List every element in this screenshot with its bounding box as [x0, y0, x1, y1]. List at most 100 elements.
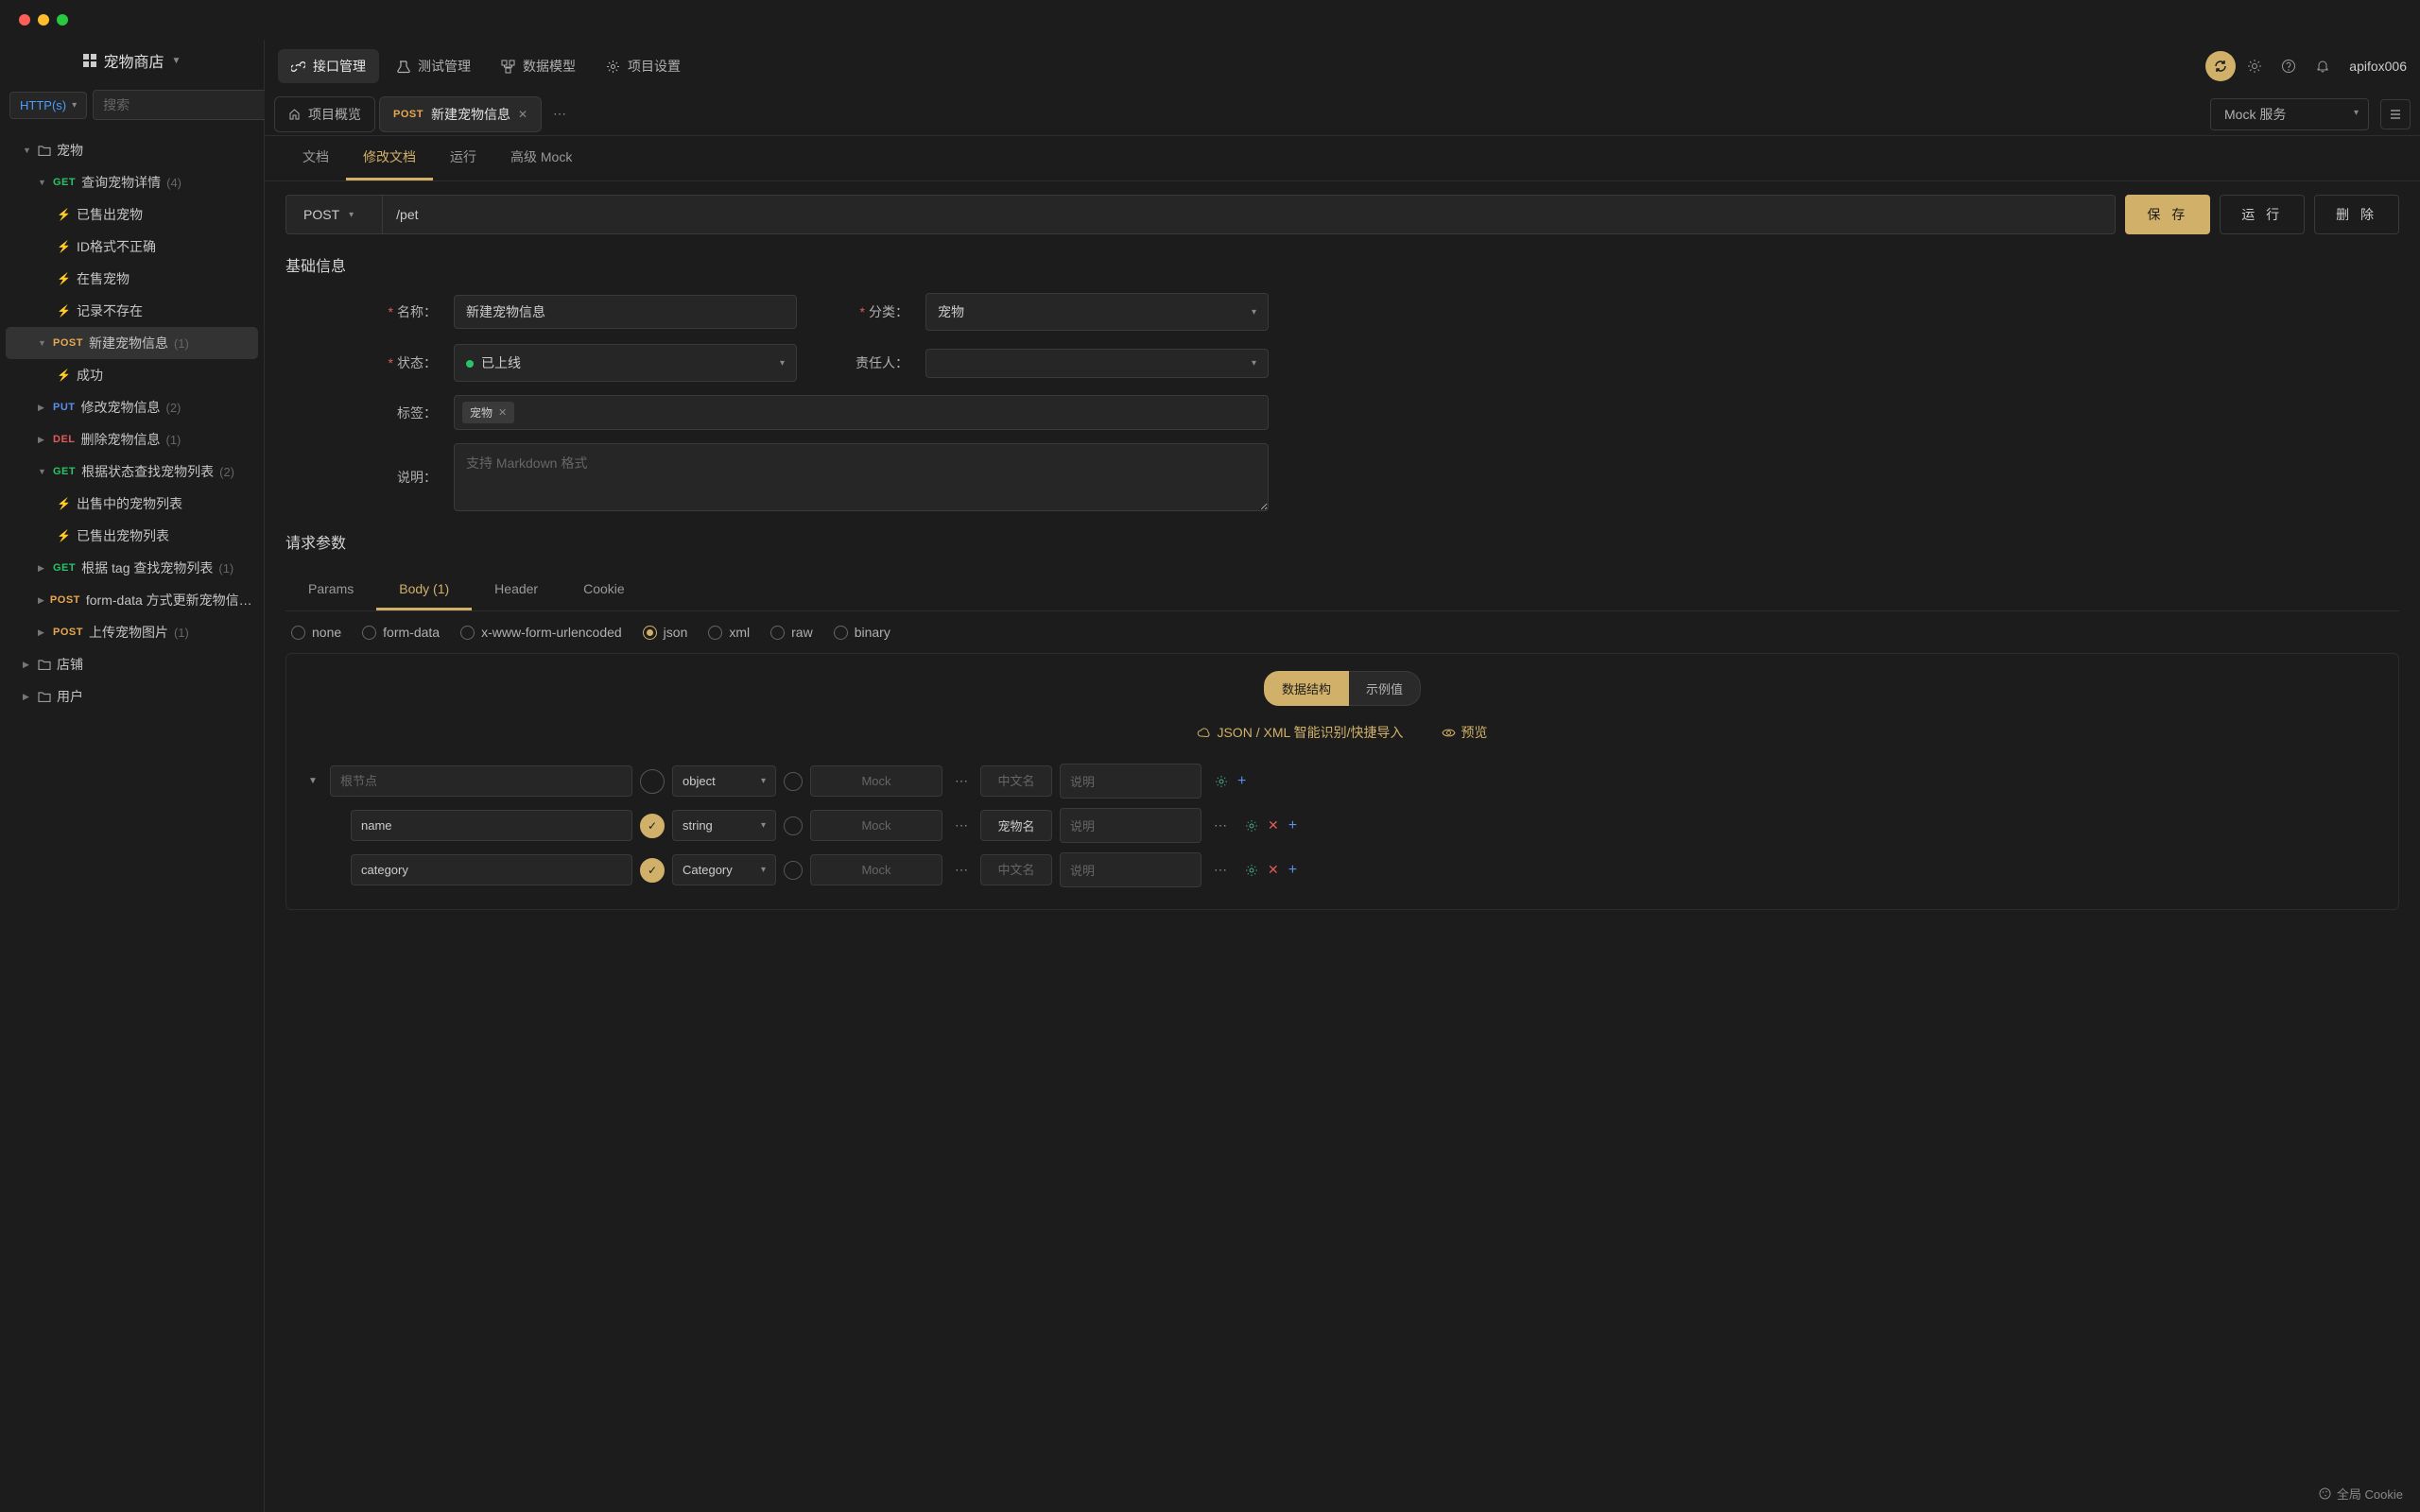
- gear-icon[interactable]: [1245, 819, 1258, 833]
- schema-cn-input[interactable]: [980, 810, 1052, 841]
- window-minimize-button[interactable]: [38, 14, 49, 26]
- schema-type-select[interactable]: Category▾: [672, 854, 776, 885]
- tree-folder-shop[interactable]: ▶ 店铺: [6, 648, 258, 680]
- close-icon[interactable]: ✕: [518, 108, 527, 121]
- delete-icon[interactable]: ✕: [1268, 862, 1279, 878]
- tag-remove-icon[interactable]: ✕: [498, 406, 507, 419]
- switch-example[interactable]: 示例值: [1349, 671, 1421, 706]
- subtab-run[interactable]: 运行: [433, 136, 493, 180]
- schema-required-toggle[interactable]: ✓: [640, 858, 665, 883]
- subtab-edit[interactable]: 修改文档: [346, 136, 433, 180]
- add-icon[interactable]: +: [1237, 773, 1246, 790]
- paramtab-cookie[interactable]: Cookie: [561, 570, 648, 610]
- search-input[interactable]: [93, 90, 285, 120]
- schema-name-input[interactable]: [351, 810, 632, 841]
- radio-xml[interactable]: xml: [708, 625, 750, 640]
- name-input[interactable]: [454, 295, 797, 329]
- schema-type-select[interactable]: object▾: [672, 765, 776, 797]
- method-selector[interactable]: POST ▾: [285, 195, 382, 234]
- add-icon[interactable]: +: [1288, 817, 1297, 834]
- radio-urlencoded[interactable]: x-www-form-urlencoded: [460, 625, 622, 640]
- chevron-down-icon[interactable]: ▼: [303, 776, 322, 786]
- delete-button[interactable]: 删 除: [2314, 195, 2399, 234]
- subtab-doc[interactable]: 文档: [285, 136, 346, 180]
- topnav-settings[interactable]: 项目设置: [593, 49, 694, 83]
- more-icon[interactable]: ⋯: [545, 102, 574, 126]
- window-close-button[interactable]: [19, 14, 30, 26]
- window-maximize-button[interactable]: [57, 14, 68, 26]
- preview-tool[interactable]: 预览: [1442, 723, 1488, 742]
- schema-nullable-toggle[interactable]: [784, 772, 803, 791]
- project-selector[interactable]: 宠物商店 ▼: [0, 40, 264, 81]
- radio-binary[interactable]: binary: [834, 625, 890, 640]
- radio-formdata[interactable]: form-data: [362, 625, 440, 640]
- schema-type-select[interactable]: string▾: [672, 810, 776, 841]
- tree-case[interactable]: ⚡成功: [6, 359, 258, 391]
- schema-mock-input[interactable]: Mock: [810, 810, 942, 841]
- delete-icon[interactable]: ✕: [1268, 817, 1279, 833]
- tree-case[interactable]: ⚡在售宠物: [6, 263, 258, 295]
- schema-required-toggle[interactable]: [640, 769, 665, 794]
- tree-case[interactable]: ⚡已售出宠物: [6, 198, 258, 231]
- schema-mock-input[interactable]: Mock: [810, 765, 942, 797]
- schema-desc-input[interactable]: 说明: [1060, 764, 1201, 799]
- schema-name-input[interactable]: [351, 854, 632, 885]
- tree-case[interactable]: ⚡已售出宠物列表: [6, 520, 258, 552]
- description-textarea[interactable]: [454, 443, 1269, 511]
- tree-api-upload[interactable]: ▶ POST 上传宠物图片 (1): [6, 616, 258, 648]
- radio-json[interactable]: json: [643, 625, 688, 640]
- tree-api-query[interactable]: ▼ GET 查询宠物详情 (4): [6, 166, 258, 198]
- tags-input[interactable]: 宠物✕: [454, 395, 1269, 430]
- category-select[interactable]: 宠物▾: [925, 293, 1269, 331]
- schema-name-input[interactable]: [330, 765, 632, 797]
- subtab-mock[interactable]: 高级 Mock: [493, 136, 589, 180]
- more-icon[interactable]: ⋯: [950, 773, 973, 789]
- tree-folder-user[interactable]: ▶ 用户: [6, 680, 258, 713]
- settings-icon[interactable]: [2239, 51, 2270, 81]
- tab-overview[interactable]: 项目概览: [274, 96, 375, 132]
- schema-required-toggle[interactable]: ✓: [640, 814, 665, 838]
- schema-cn-input[interactable]: [980, 765, 1052, 797]
- paramtab-header[interactable]: Header: [472, 570, 561, 610]
- status-select[interactable]: 已上线▾: [454, 344, 797, 382]
- schema-nullable-toggle[interactable]: [784, 816, 803, 835]
- environment-selector[interactable]: Mock 服务 ▾: [2210, 98, 2369, 130]
- tree-folder-pet[interactable]: ▼ 宠物: [6, 134, 258, 166]
- tree-api-formupdate[interactable]: ▶ POST form-data 方式更新宠物信…: [6, 584, 258, 616]
- help-icon[interactable]: [2273, 51, 2304, 81]
- tree-api-findstatus[interactable]: ▼ GET 根据状态查找宠物列表 (2): [6, 455, 258, 488]
- tree-case[interactable]: ⚡ID格式不正确: [6, 231, 258, 263]
- topnav-model[interactable]: 数据模型: [488, 49, 589, 83]
- protocol-selector[interactable]: HTTP(s) ▾: [9, 92, 87, 119]
- sync-button[interactable]: [2205, 51, 2236, 81]
- tab-active-api[interactable]: POST 新建宠物信息 ✕: [379, 96, 542, 132]
- schema-nullable-toggle[interactable]: [784, 861, 803, 880]
- tree-api-update[interactable]: ▶ PUT 修改宠物信息 (2): [6, 391, 258, 423]
- bell-icon[interactable]: [2308, 51, 2338, 81]
- tree-case[interactable]: ⚡出售中的宠物列表: [6, 488, 258, 520]
- tree-api-findtag[interactable]: ▶ GET 根据 tag 查找宠物列表 (1): [6, 552, 258, 584]
- topnav-api[interactable]: 接口管理: [278, 49, 379, 83]
- url-input[interactable]: [382, 195, 2116, 234]
- tree-api-delete[interactable]: ▶ DEL 删除宠物信息 (1): [6, 423, 258, 455]
- run-button[interactable]: 运 行: [2220, 195, 2305, 234]
- schema-desc-input[interactable]: 说明: [1060, 808, 1201, 843]
- username[interactable]: apifox006: [2349, 59, 2407, 74]
- schema-mock-input[interactable]: Mock: [810, 854, 942, 885]
- save-button[interactable]: 保 存: [2125, 195, 2210, 234]
- tree-case[interactable]: ⚡记录不存在: [6, 295, 258, 327]
- global-cookie-button[interactable]: 全局 Cookie: [2319, 1485, 2403, 1503]
- more-icon[interactable]: ⋯: [950, 862, 973, 878]
- paramtab-params[interactable]: Params: [285, 570, 376, 610]
- add-icon[interactable]: +: [1288, 862, 1297, 879]
- more-icon[interactable]: ⋯: [950, 817, 973, 833]
- switch-data-structure[interactable]: 数据结构: [1264, 671, 1349, 706]
- gear-icon[interactable]: [1215, 775, 1228, 788]
- more-icon[interactable]: ⋯: [1209, 817, 1232, 833]
- import-tool[interactable]: JSON / XML 智能识别/快捷导入: [1197, 723, 1403, 742]
- schema-desc-input[interactable]: 说明: [1060, 852, 1201, 887]
- tree-api-create[interactable]: ▼ POST 新建宠物信息 (1): [6, 327, 258, 359]
- gear-icon[interactable]: [1245, 864, 1258, 877]
- schema-cn-input[interactable]: [980, 854, 1052, 885]
- paramtab-body[interactable]: Body (1): [376, 570, 472, 610]
